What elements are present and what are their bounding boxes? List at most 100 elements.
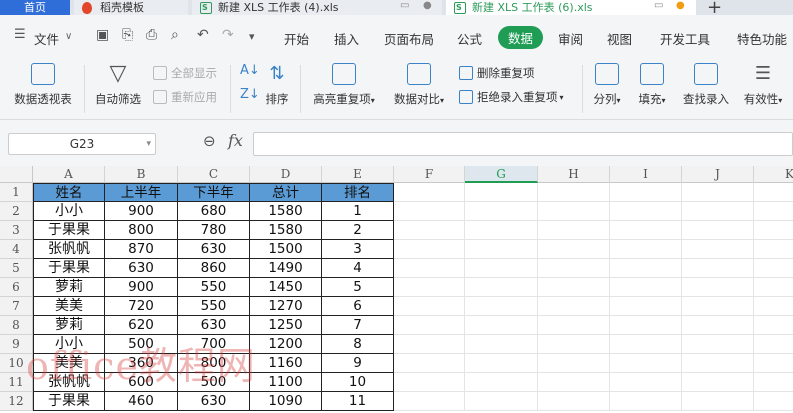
data-compare-button[interactable]: 数据对比▾ <box>388 63 450 107</box>
menu-insert[interactable]: 插入 <box>334 29 359 48</box>
table-cell[interactable]: 1100 <box>250 373 322 392</box>
table-cell[interactable]: 1200 <box>250 335 322 354</box>
dot-icon[interactable]: ● <box>423 0 432 11</box>
empty-cell[interactable] <box>394 297 465 316</box>
table-cell[interactable]: 7 <box>322 316 394 335</box>
chevron-down-icon[interactable]: ∨ <box>65 31 72 42</box>
reapply-button[interactable]: 重新应用 <box>153 89 217 105</box>
column-header-g[interactable]: G <box>465 166 538 183</box>
table-cell[interactable]: 张帆帆 <box>33 240 105 259</box>
spreadsheet-grid[interactable]: A B C D E F G H I J K 1 姓名 上半年 下半年 总计 排名 2 小小 900 680 1580 1 3 于… <box>0 166 793 413</box>
table-cell[interactable]: 500 <box>178 373 250 392</box>
table-cell[interactable]: 620 <box>105 316 178 335</box>
customize-icon[interactable]: ▾ <box>249 30 255 43</box>
monitor-icon[interactable]: ▭ <box>400 0 409 11</box>
empty-cell[interactable] <box>610 202 682 221</box>
table-cell[interactable]: 小小 <box>33 202 105 221</box>
empty-cell[interactable] <box>610 221 682 240</box>
table-cell[interactable]: 780 <box>178 221 250 240</box>
column-header-d[interactable]: D <box>250 166 322 183</box>
empty-cell[interactable] <box>394 373 465 392</box>
table-cell[interactable]: 630 <box>178 316 250 335</box>
table-cell[interactable]: 680 <box>178 202 250 221</box>
fx-icon[interactable]: fx <box>228 131 243 150</box>
empty-cell[interactable] <box>538 278 610 297</box>
empty-cell[interactable] <box>610 373 682 392</box>
empty-cell[interactable] <box>394 202 465 221</box>
column-header-e[interactable]: E <box>322 166 394 183</box>
table-cell[interactable]: 1490 <box>250 259 322 278</box>
highlight-duplicates-button[interactable]: 高亮重复项▾ <box>308 63 380 107</box>
empty-cell[interactable] <box>465 316 538 335</box>
table-cell[interactable]: 460 <box>105 392 178 411</box>
empty-cell[interactable] <box>610 259 682 278</box>
empty-cell[interactable] <box>754 183 793 202</box>
empty-cell[interactable] <box>754 221 793 240</box>
tab-home[interactable]: 首页 <box>0 0 70 15</box>
name-box[interactable]: G23 ▾ <box>8 133 156 155</box>
empty-cell[interactable] <box>538 373 610 392</box>
lookup-entry-button[interactable]: 查找录入 <box>680 63 732 107</box>
sort-button[interactable]: ⇅ 排序 <box>262 63 292 107</box>
table-cell[interactable]: 3 <box>322 240 394 259</box>
empty-cell[interactable] <box>465 373 538 392</box>
empty-cell[interactable] <box>538 316 610 335</box>
table-cell[interactable]: 于果果 <box>33 221 105 240</box>
table-header-cell[interactable]: 上半年 <box>105 183 178 202</box>
table-cell[interactable]: 900 <box>105 278 178 297</box>
table-cell[interactable]: 小小 <box>33 335 105 354</box>
table-cell[interactable]: 800 <box>178 354 250 373</box>
table-cell[interactable]: 600 <box>105 373 178 392</box>
table-header-cell[interactable]: 姓名 <box>33 183 105 202</box>
sort-ascending-icon[interactable]: A↓ <box>240 63 260 78</box>
tab-template[interactable]: 稻壳模板 <box>74 0 188 15</box>
menu-file[interactable]: 文件 <box>34 29 59 48</box>
empty-cell[interactable] <box>754 278 793 297</box>
empty-cell[interactable] <box>538 392 610 411</box>
row-header-8[interactable]: 8 <box>0 316 33 335</box>
undo-icon[interactable]: ↶ <box>197 27 209 43</box>
empty-cell[interactable] <box>538 202 610 221</box>
empty-cell[interactable] <box>465 221 538 240</box>
row-header-2[interactable]: 2 <box>0 202 33 221</box>
table-cell[interactable]: 5 <box>322 278 394 297</box>
print-preview-icon[interactable]: ⌕ <box>171 27 179 43</box>
table-cell[interactable]: 500 <box>105 335 178 354</box>
table-cell[interactable]: 萝莉 <box>33 278 105 297</box>
table-cell[interactable]: 萝莉 <box>33 316 105 335</box>
column-header-h[interactable]: H <box>538 166 610 183</box>
table-cell[interactable]: 美美 <box>33 297 105 316</box>
empty-cell[interactable] <box>610 278 682 297</box>
empty-cell[interactable] <box>610 297 682 316</box>
empty-cell[interactable] <box>538 297 610 316</box>
empty-cell[interactable] <box>754 202 793 221</box>
empty-cell[interactable] <box>538 259 610 278</box>
formula-input[interactable] <box>253 132 793 156</box>
menu-formulas[interactable]: 公式 <box>457 29 482 48</box>
column-header-c[interactable]: C <box>178 166 250 183</box>
empty-cell[interactable] <box>465 240 538 259</box>
row-header-4[interactable]: 4 <box>0 240 33 259</box>
print-icon[interactable]: ⎙ <box>146 27 157 43</box>
table-cell[interactable]: 1580 <box>250 202 322 221</box>
zoom-search-icon[interactable]: ⊖ <box>203 132 216 150</box>
table-cell[interactable]: 360 <box>105 354 178 373</box>
table-cell[interactable]: 1450 <box>250 278 322 297</box>
table-cell[interactable]: 4 <box>322 259 394 278</box>
fill-button[interactable]: 填充▾ <box>635 63 669 107</box>
column-header-k[interactable]: K <box>754 166 793 183</box>
table-cell[interactable]: 550 <box>178 297 250 316</box>
validity-button[interactable]: ☰ 有效性▾ <box>738 63 788 107</box>
select-all-corner[interactable] <box>0 166 33 183</box>
empty-cell[interactable] <box>465 259 538 278</box>
empty-cell[interactable] <box>394 392 465 411</box>
empty-cell[interactable] <box>610 392 682 411</box>
redo-icon[interactable]: ↷ <box>222 27 234 43</box>
empty-cell[interactable] <box>754 354 793 373</box>
empty-cell[interactable] <box>610 316 682 335</box>
empty-cell[interactable] <box>754 297 793 316</box>
table-cell[interactable]: 6 <box>322 297 394 316</box>
pivot-table-button[interactable]: 数据透视表 <box>12 63 74 107</box>
table-cell[interactable]: 630 <box>178 392 250 411</box>
row-header-6[interactable]: 6 <box>0 278 33 297</box>
